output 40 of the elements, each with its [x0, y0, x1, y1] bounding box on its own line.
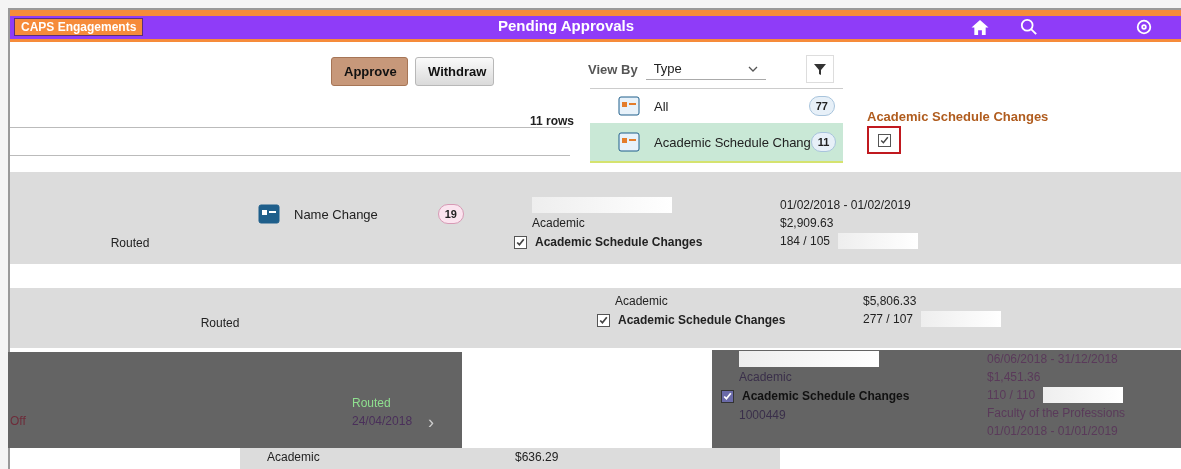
form-icon	[258, 203, 280, 225]
page-title: Pending Approvals	[498, 17, 635, 34]
row-count: 11 rows	[530, 114, 575, 128]
amount-text: $2,909.63	[780, 215, 835, 232]
home-icon[interactable]	[970, 19, 990, 36]
request-title: Academic Schedule Changes	[535, 234, 703, 251]
request-title: Academic Schedule Changes	[618, 312, 786, 329]
select-all-checkbox[interactable]	[867, 126, 901, 154]
amount-text: $5,806.33	[863, 293, 918, 310]
category-text: Academic	[532, 215, 586, 232]
request-title: Academic Schedule Changes	[742, 388, 910, 405]
note-text: Off	[10, 414, 26, 428]
status-text: Routed	[352, 396, 391, 410]
amount-text: $636.29	[515, 449, 559, 466]
search-icon[interactable]	[1020, 18, 1038, 36]
category-text: Academic	[267, 449, 321, 466]
status-text: Routed	[200, 316, 240, 330]
row-checkbox[interactable]	[597, 313, 610, 327]
check-icon	[878, 134, 890, 146]
status-text: Routed	[110, 236, 150, 250]
filter-button[interactable]	[805, 55, 834, 83]
row-checkbox[interactable]	[721, 389, 734, 403]
date-range: 01/02/2018 - 01/02/2019	[780, 197, 912, 214]
action-button[interactable]: Approve	[331, 57, 408, 86]
check-icon	[722, 390, 733, 402]
filter-icon	[812, 62, 827, 76]
check-icon	[515, 236, 526, 248]
chevron-icon[interactable]: ›	[428, 412, 434, 433]
form-icon	[618, 95, 640, 117]
category-text: Academic	[615, 293, 669, 310]
action-button[interactable]: Withdraw	[415, 57, 494, 86]
caret-icon	[747, 65, 758, 72]
view-by-label: View By	[588, 61, 638, 77]
form-icon	[618, 131, 640, 153]
check-icon	[598, 314, 609, 326]
section-heading: Academic Schedule Changes	[867, 109, 1049, 124]
ratio-text: 184 / 105	[780, 233, 831, 250]
ratio-text: 277 / 107	[863, 311, 914, 328]
type-list-item[interactable]: Academic Schedule Chang 11	[590, 123, 843, 163]
row-checkbox[interactable]	[514, 235, 527, 249]
